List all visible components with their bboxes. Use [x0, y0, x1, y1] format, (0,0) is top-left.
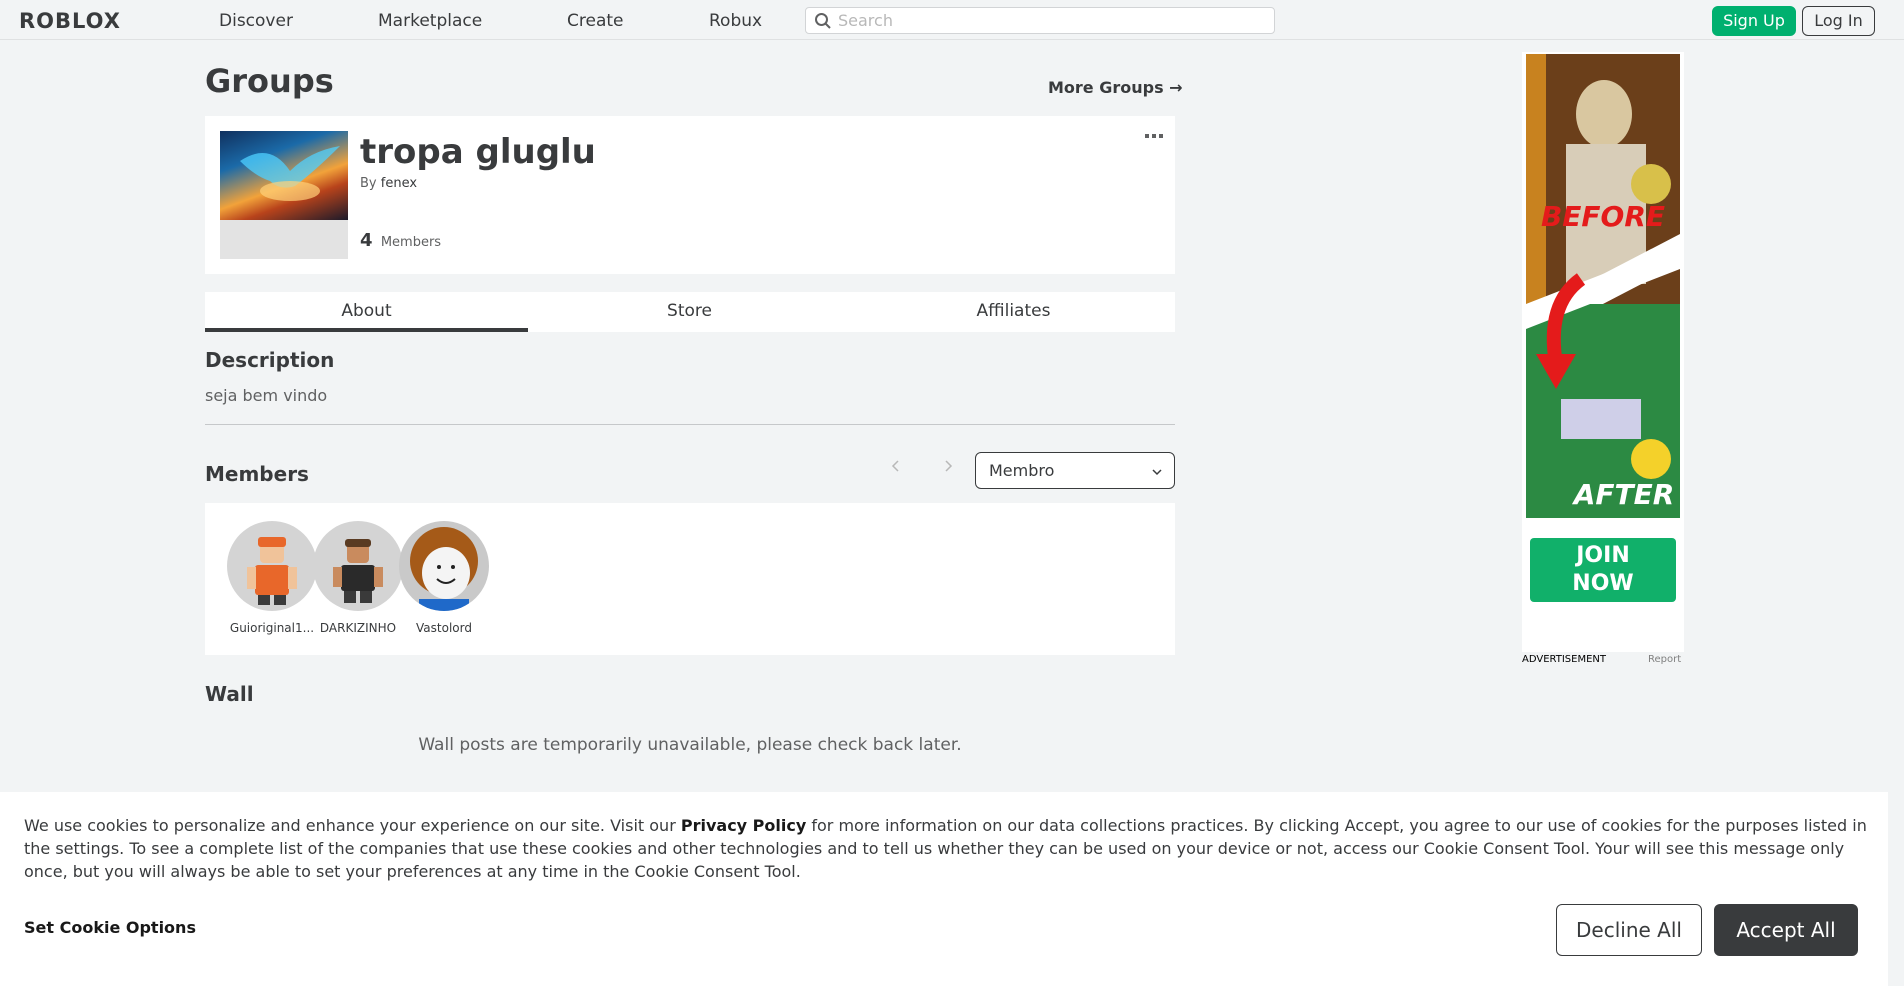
ad-after-text: AFTER [1572, 478, 1675, 511]
nav-discover[interactable]: Discover [219, 11, 293, 31]
ad-artwork: BEFORE AFTER [1526, 54, 1680, 518]
search-box [805, 7, 1275, 34]
chevron-down-icon [1152, 469, 1162, 476]
search-input[interactable] [838, 8, 1268, 33]
member-count-value: 4 [360, 230, 373, 251]
nav-marketplace[interactable]: Marketplace [378, 11, 482, 31]
advertisement-label: ADVERTISEMENT [1522, 654, 1607, 665]
members-list: Guioriginal1... DARKIZINHO Vastolord [205, 503, 1175, 655]
tab-store[interactable]: Store [528, 292, 851, 332]
top-navigation: ROBLOX Discover Marketplace Create Robux… [0, 0, 1904, 40]
ad-before-text: BEFORE [1541, 200, 1665, 233]
avatar-figure [247, 537, 297, 605]
privacy-policy-link[interactable]: Privacy Policy [681, 816, 806, 835]
tab-affiliates[interactable]: Affiliates [852, 292, 1175, 332]
section-divider [205, 424, 1175, 425]
member-name[interactable]: Guioriginal1... [222, 621, 322, 635]
ad-join-label: JOIN NOW [1572, 543, 1634, 596]
chevron-right-icon[interactable] [940, 458, 956, 474]
member-avatar[interactable] [399, 521, 489, 611]
accept-all-button[interactable]: Accept All [1714, 904, 1858, 956]
ad-image[interactable]: BEFORE AFTER [1526, 54, 1680, 518]
cookie-banner: We use cookies to personalize and enhanc… [0, 792, 1888, 986]
log-in-button[interactable]: Log In [1802, 6, 1875, 36]
chevron-left-icon[interactable] [888, 458, 904, 474]
avatar-figure [410, 527, 478, 611]
set-cookie-options-link[interactable]: Set Cookie Options [24, 918, 196, 937]
more-groups-link[interactable]: More Groups → [1048, 78, 1183, 97]
avatar-figure [333, 539, 383, 603]
description-heading: Description [205, 348, 335, 372]
member-item[interactable]: Guioriginal1... [222, 521, 322, 635]
wall-heading: Wall [205, 682, 254, 706]
group-header-card: tropa gluglu By fenex 4 Members [205, 116, 1175, 274]
group-owner-line: By fenex [360, 176, 417, 191]
role-dropdown[interactable]: Membro [975, 452, 1175, 489]
group-name: tropa gluglu [360, 132, 596, 172]
phoenix-art [240, 146, 340, 201]
wall-unavailable-message: Wall posts are temporarily unavailable, … [418, 735, 962, 755]
search-icon[interactable] [814, 12, 832, 30]
member-name[interactable]: DARKIZINHO [308, 621, 408, 635]
decline-all-button[interactable]: Decline All [1556, 904, 1702, 956]
member-item[interactable]: DARKIZINHO [308, 521, 408, 635]
cookie-message: We use cookies to personalize and enhanc… [24, 814, 1874, 883]
description-text: seja bem vindo [205, 386, 328, 405]
role-dropdown-value: Membro [989, 461, 1055, 480]
cookie-text-part1: We use cookies to personalize and enhanc… [24, 816, 681, 835]
ad-report-link[interactable]: Report [1648, 654, 1681, 665]
group-tabs: About Store Affiliates [205, 292, 1175, 332]
member-count: 4 Members [360, 230, 441, 251]
nav-robux[interactable]: Robux [709, 11, 762, 31]
group-emblem-image [220, 131, 348, 220]
member-avatar[interactable] [227, 521, 317, 611]
page-title: Groups [205, 62, 334, 100]
member-avatar[interactable] [313, 521, 403, 611]
roblox-logo[interactable]: ROBLOX [19, 9, 121, 33]
group-owner-link[interactable]: fenex [381, 176, 417, 191]
page-scrollbar[interactable] [1888, 40, 1904, 986]
sign-up-button[interactable]: Sign Up [1712, 6, 1796, 36]
group-emblem [220, 131, 348, 259]
tab-about[interactable]: About [205, 292, 528, 332]
members-heading: Members [205, 462, 309, 486]
more-options-icon[interactable] [1145, 134, 1163, 140]
member-name[interactable]: Vastolord [394, 621, 494, 635]
member-item[interactable]: Vastolord [394, 521, 494, 635]
nav-create[interactable]: Create [567, 11, 624, 31]
by-label: By [360, 176, 377, 191]
members-label: Members [380, 235, 442, 250]
advertisement[interactable]: BEFORE AFTER JOIN NOW [1522, 52, 1684, 652]
ad-join-button[interactable]: JOIN NOW [1530, 538, 1676, 602]
